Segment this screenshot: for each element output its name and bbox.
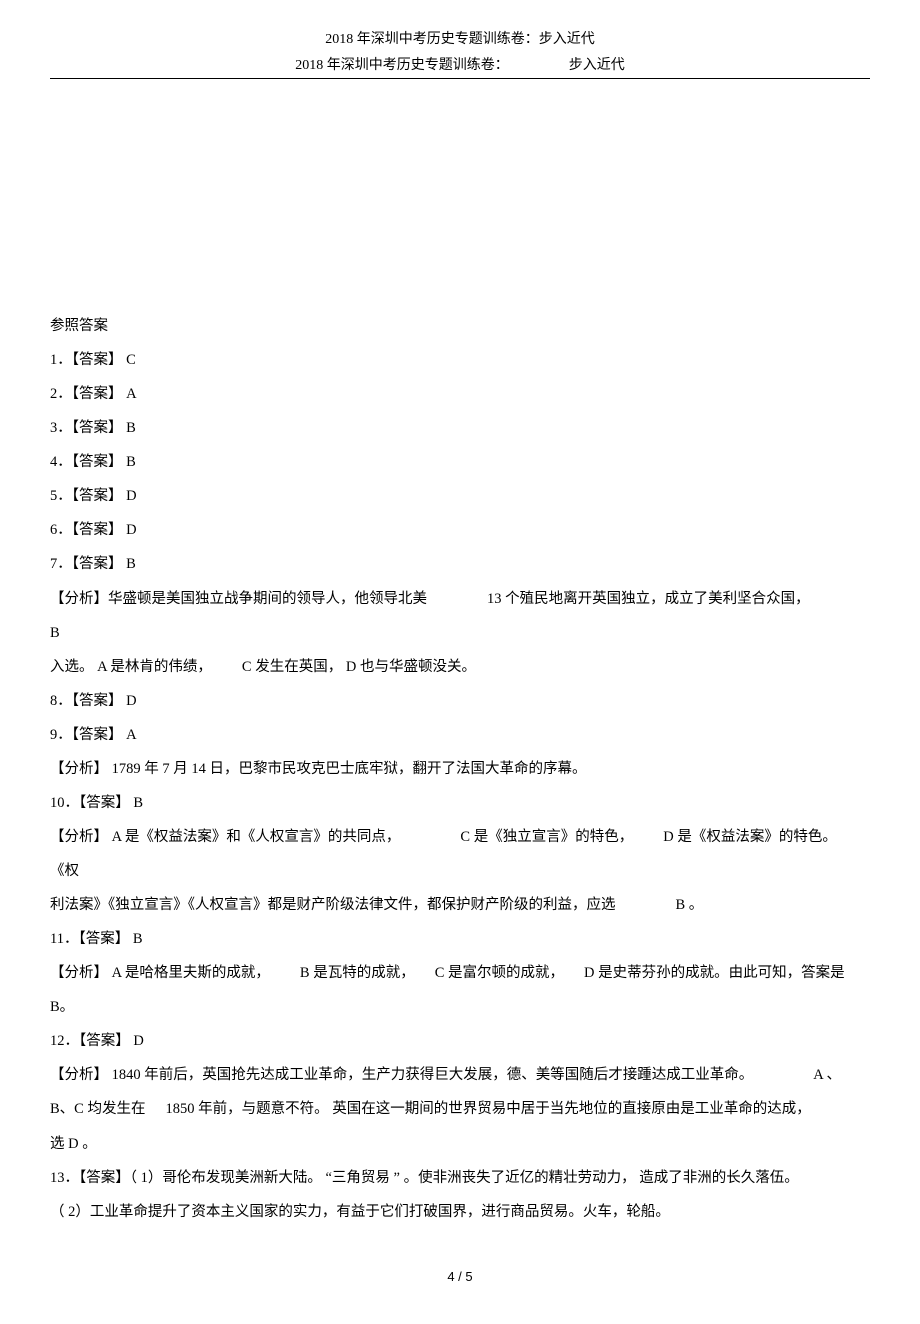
text-fragment: 【分析】华盛顿是美国独立战争期间的领导人，他领导北美 xyxy=(50,591,427,607)
answer-2: 2．【答案】 A xyxy=(50,377,870,411)
answer-7: 7．【答案】 B xyxy=(50,547,870,581)
text-fragment: C 是富尔顿的成就， xyxy=(435,965,564,981)
content-body: 参照答案 1．【答案】 C 2．【答案】 A 3．【答案】 B 4．【答案】 B… xyxy=(50,309,870,1229)
answer-9-explanation: 【分析】 1789 年 7 月 14 日，巴黎市民攻克巴士底牢狱，翻开了法国大革… xyxy=(50,752,870,786)
answer-5: 5．【答案】 D xyxy=(50,479,870,513)
document-page: 2018 年深圳中考历史专题训练卷：步入近代 2018 年深圳中考历史专题训练卷… xyxy=(0,0,920,1324)
text-fragment: B xyxy=(50,625,60,641)
answer-7-explanation-line1: 【分析】华盛顿是美国独立战争期间的领导人，他领导北美 13 个殖民地离开英国独立，… xyxy=(50,582,870,650)
answer-10: 10．【答案】 B xyxy=(50,786,870,820)
answer-4: 4．【答案】 B xyxy=(50,445,870,479)
text-fragment: B 。 xyxy=(676,897,704,913)
answer-13-line2: （ 2）工业革命提升了资本主义国家的实力，有益于它们打破国界，进行商品贸易。火车… xyxy=(50,1195,870,1229)
text-fragment: B 是瓦特的成就， xyxy=(300,965,415,981)
subheader-right: 步入近代 xyxy=(569,58,625,73)
answer-3: 3．【答案】 B xyxy=(50,411,870,445)
answer-7-explanation-line2: 入选。 A 是林肯的伟绩， C 发生在英国， D 也与华盛顿没关。 xyxy=(50,650,870,684)
answer-11-explanation-line2: B。 xyxy=(50,990,870,1024)
answer-1: 1．【答案】 C xyxy=(50,343,870,377)
text-fragment: 1850 年前，与题意不符。 英国在这一期间的世界贸易中居于当先地位的直接原由是… xyxy=(165,1101,810,1117)
subheader-left: 2018 年深圳中考历史专题训练卷： xyxy=(295,58,509,73)
text-fragment: 【分析】 A 是哈格里夫斯的成就， xyxy=(50,965,270,981)
page-header: 2018 年深圳中考历史专题训练卷：步入近代 xyxy=(50,0,870,54)
answer-6: 6．【答案】 D xyxy=(50,513,870,547)
text-fragment: 【分析】 A 是《权益法案》和《人权宣言》的共同点， xyxy=(50,829,400,845)
answer-12-explanation-line3: 选 D 。 xyxy=(50,1127,870,1161)
answer-12-explanation-line1: 【分析】 1840 年前后，英国抢先达成工业革命，生产力获得巨大发展，德、美等国… xyxy=(50,1058,870,1092)
answer-10-explanation-line2: 利法案》《独立宣言》《人权宣言》都是财产阶级法律文件，都保护财产阶级的利益，应选… xyxy=(50,888,870,922)
text-fragment: D 是史蒂芬孙的成就。由此可知，答案是 xyxy=(584,965,845,981)
text-fragment: C 发生在英国， D 也与华盛顿没关。 xyxy=(242,659,476,675)
text-fragment: C 是《独立宣言》的特色， xyxy=(460,829,633,845)
text-fragment: 利法案》《独立宣言》《人权宣言》都是财产阶级法律文件，都保护财产阶级的利益，应选 xyxy=(50,897,616,913)
text-fragment: A 、 xyxy=(813,1067,841,1083)
text-fragment: 13 个殖民地离开英国独立，成立了美利坚合众国， xyxy=(487,591,810,607)
text-fragment: 入选。 A 是林肯的伟绩， xyxy=(50,659,212,675)
page-number: 4 / 5 xyxy=(50,1269,870,1284)
text-fragment: 【分析】 1840 年前后，英国抢先达成工业革命，生产力获得巨大发展，德、美等国… xyxy=(50,1067,753,1083)
answer-9: 9．【答案】 A xyxy=(50,718,870,752)
answer-10-explanation-line1: 【分析】 A 是《权益法案》和《人权宣言》的共同点， C 是《独立宣言》的特色， D… xyxy=(50,820,870,888)
text-fragment: D 是《权益法案》的特色。 xyxy=(663,829,837,845)
answer-11: 11．【答案】 B xyxy=(50,922,870,956)
answer-11-explanation-line1: 【分析】 A 是哈格里夫斯的成就， B 是瓦特的成就， C 是富尔顿的成就， D 是史… xyxy=(50,956,870,990)
answer-12: 12．【答案】 D xyxy=(50,1024,870,1058)
text-fragment: B、C 均发生在 xyxy=(50,1101,145,1117)
answer-8: 8．【答案】 D xyxy=(50,684,870,718)
text-fragment: 《权 xyxy=(50,863,79,879)
answer-12-explanation-line2: B、C 均发生在 1850 年前，与题意不符。 英国在这一期间的世界贸易中居于当先… xyxy=(50,1092,870,1126)
section-title: 参照答案 xyxy=(50,309,870,343)
answer-13-line1: 13．【答案】（ 1）哥伦布发现美洲新大陆。 “三角贸易 ” 。使非洲丧失了近亿… xyxy=(50,1161,870,1195)
page-subheader: 2018 年深圳中考历史专题训练卷： 步入近代 xyxy=(50,54,870,79)
